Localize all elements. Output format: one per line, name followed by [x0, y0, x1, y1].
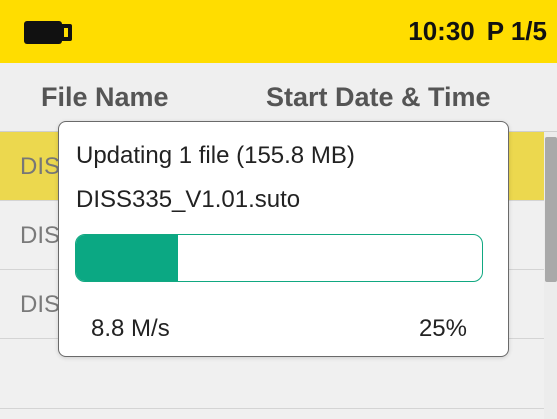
update-progress-dialog: Updating 1 file (155.8 MB) DISS335_V1.01… — [58, 121, 509, 357]
file-name-cell: DIS — [20, 222, 61, 249]
progress-percent: 25% — [418, 315, 467, 342]
dialog-filename: DISS335_V1.01.suto — [76, 186, 301, 213]
page-indicator: P 1/5 — [486, 16, 547, 46]
file-name-cell: DIS — [20, 291, 61, 318]
battery-icon — [24, 21, 72, 44]
dialog-title: Updating 1 file (155.8 MB) — [76, 142, 355, 169]
clock: 10:30 — [408, 16, 475, 46]
status-info: 10:30 P 1/5 — [408, 0, 547, 63]
progress-bar — [75, 234, 483, 282]
progress-bar-fill — [76, 235, 178, 281]
scrollbar-thumb[interactable] — [545, 137, 557, 282]
file-name-cell: DIS — [20, 153, 61, 180]
status-bar: 10:30 P 1/5 — [0, 0, 557, 63]
transfer-speed: 8.8 M/s — [91, 315, 170, 342]
